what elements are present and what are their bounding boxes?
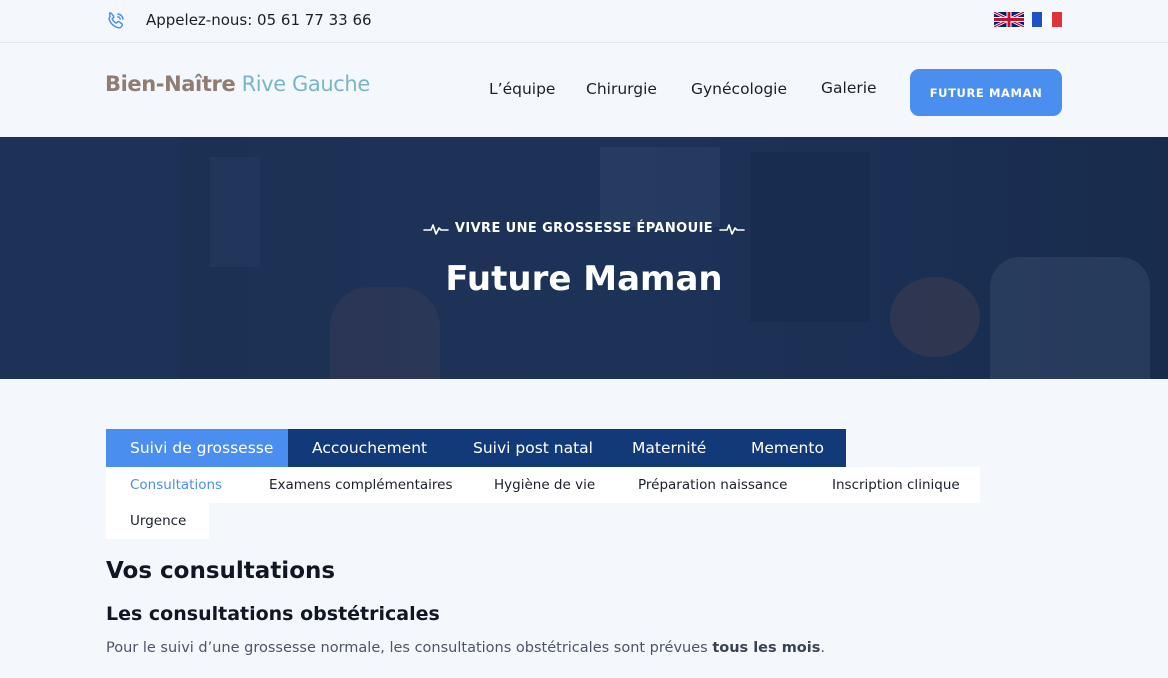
subtab-preparation-naissance[interactable]: Préparation naissance (638, 467, 787, 503)
tab-suivi-de-grossesse[interactable]: Suivi de grossesse (106, 429, 288, 467)
subtab-examens-complementaires[interactable]: Examens complémentaires (269, 467, 453, 503)
heartbeat-icon (423, 223, 449, 235)
subtab-inscription-clinique[interactable]: Inscription clinique (832, 467, 960, 503)
logo-text-primary: Bien-Naître (105, 72, 236, 96)
heartbeat-icon (719, 223, 745, 235)
nav-item-equipe[interactable]: L’équipe (489, 80, 555, 98)
future-maman-button[interactable]: FUTURE MAMAN (910, 69, 1062, 116)
page-title: Future Maman (445, 259, 723, 299)
section-subheading: Les consultations obstétricales (106, 603, 440, 625)
nav-item-galerie[interactable]: Galerie (821, 79, 877, 97)
hero-eyebrow: VIVRE UNE GROSSESSE ÉPANOUIE (0, 221, 1168, 236)
tab-accouchement[interactable]: Accouchement (288, 429, 448, 467)
subtab-urgence[interactable]: Urgence (130, 503, 186, 539)
paragraph-text: Pour le suivi d’une grossesse normale, l… (106, 640, 713, 656)
phone-icon[interactable] (105, 10, 127, 32)
section-paragraph: Pour le suivi d’une grossesse normale, l… (106, 640, 825, 656)
site-header: Bien-Naître Rive Gauche L’équipe Chirurg… (0, 44, 1168, 137)
tab-suivi-post-natal[interactable]: Suivi post natal (448, 429, 608, 467)
main-tabs: Suivi de grossesse Accouchement Suivi po… (106, 429, 846, 467)
tab-maternite[interactable]: Maternité (608, 429, 727, 467)
site-logo[interactable]: Bien-Naître Rive Gauche (105, 72, 370, 96)
phone-number[interactable]: Appelez-nous: 05 61 77 33 66 (146, 11, 372, 29)
paragraph-emphasis: tous les mois (712, 640, 821, 656)
subtab-hygiene-de-vie[interactable]: Hygiène de vie (494, 467, 595, 503)
nav-item-chirurgie[interactable]: Chirurgie (586, 80, 657, 98)
tab-memento[interactable]: Memento (727, 429, 846, 467)
top-bar: Appelez-nous: 05 61 77 33 66 (0, 0, 1168, 43)
hero-banner: VIVRE UNE GROSSESSE ÉPANOUIE Future Mama… (0, 137, 1168, 379)
uk-flag-icon[interactable] (994, 12, 1024, 27)
hero-overlay (0, 137, 1168, 379)
nav-item-gynecologie[interactable]: Gynécologie (691, 80, 787, 98)
subtab-consultations[interactable]: Consultations (130, 467, 222, 503)
fr-flag-icon[interactable] (1032, 12, 1062, 27)
logo-text-secondary: Rive Gauche (235, 72, 371, 96)
paragraph-end: . (820, 640, 825, 656)
sub-tabs: Consultations Examens complémentaires Hy… (106, 467, 980, 503)
hero-eyebrow-text: VIVRE UNE GROSSESSE ÉPANOUIE (454, 221, 714, 236)
sub-tabs-row-2: Urgence (106, 503, 209, 539)
section-heading: Vos consultations (106, 558, 336, 584)
